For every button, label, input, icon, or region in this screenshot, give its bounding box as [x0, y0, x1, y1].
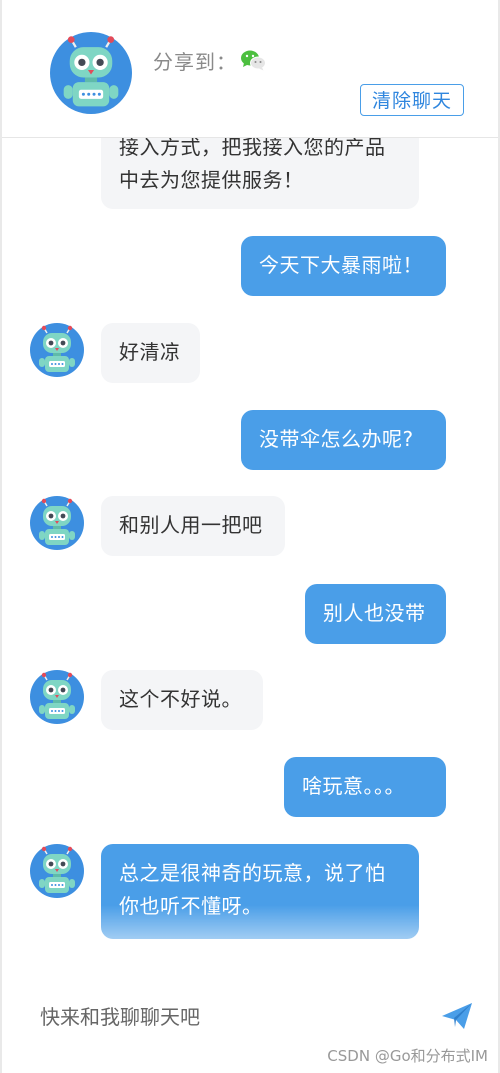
user-message-text: 啥玩意。。。 — [302, 774, 405, 798]
user-message-text: 别人也没带 — [323, 601, 426, 625]
bot-message-text: 和别人用一把吧 — [119, 513, 263, 537]
bot-message-bubble: 这个不好说。 — [101, 670, 263, 730]
message-input[interactable] — [40, 1001, 420, 1033]
user-message-bubble: 没带伞怎么办呢? — [241, 410, 446, 470]
chat-header: 分享到： 清除聊天 — [0, 0, 500, 138]
robot-avatar-icon — [30, 323, 84, 377]
wechat-icon[interactable] — [240, 49, 266, 71]
chat-app: 接入方式，把我接入您的产品中去为您提供服务！ 今天下大暴雨啦！ 好清凉 没带伞怎… — [0, 0, 500, 1073]
user-message-bubble: 今天下大暴雨啦！ — [241, 236, 446, 296]
clear-chat-button[interactable]: 清除聊天 — [360, 84, 464, 116]
robot-avatar-icon — [30, 496, 84, 550]
bot-message-text: 总之是很神奇的玩意，说了怕你也听不懂呀。 — [119, 861, 386, 918]
user-message-text: 没带伞怎么办呢? — [259, 427, 414, 451]
share-label: 分享到： — [153, 50, 237, 74]
bot-message-bubble: 和别人用一把吧 — [101, 496, 285, 556]
chat-message-list[interactable]: 接入方式，把我接入您的产品中去为您提供服务！ 今天下大暴雨啦！ 好清凉 没带伞怎… — [0, 0, 500, 965]
bot-message-text: 好清凉 — [119, 340, 181, 364]
watermark-text: CSDN @Go和分布式IM — [327, 1047, 488, 1065]
robot-avatar-icon — [50, 32, 132, 114]
robot-avatar-icon — [30, 670, 84, 724]
bot-message-text: 这个不好说。 — [119, 687, 242, 711]
bot-message-text: 接入方式，把我接入您的产品中去为您提供服务！ — [119, 135, 386, 192]
send-icon[interactable] — [440, 1001, 474, 1031]
user-message-text: 今天下大暴雨啦！ — [259, 253, 423, 277]
robot-avatar-icon — [30, 844, 84, 898]
user-message-bubble: 啥玩意。。。 — [284, 757, 446, 817]
bot-message-bubble: 总之是很神奇的玩意，说了怕你也听不懂呀。 — [101, 844, 419, 939]
bot-message-bubble: 好清凉 — [101, 323, 200, 383]
user-message-bubble: 别人也没带 — [305, 584, 446, 644]
